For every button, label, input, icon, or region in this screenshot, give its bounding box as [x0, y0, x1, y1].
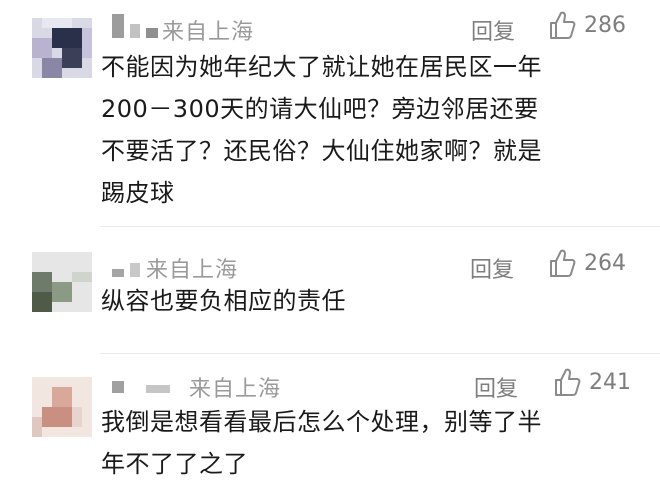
reply-button[interactable]: 回复: [471, 14, 515, 46]
like-count: 286: [584, 12, 626, 38]
avatar[interactable]: [32, 18, 92, 78]
comment-item: 来自上海 回复 264 纵容也要负相应的责任: [0, 230, 660, 350]
comment-divider: [100, 226, 660, 227]
username-mosaic[interactable]: [112, 14, 158, 38]
like-button[interactable]: 264: [548, 248, 626, 278]
comment-divider: [100, 353, 660, 354]
comment-item: 来自上海 回复 241 我倒是想看看最后怎么个处理，别等了半 年不了了之了: [0, 355, 660, 495]
avatar[interactable]: [32, 377, 92, 437]
like-count: 264: [584, 250, 626, 276]
comment-text: 我倒是想看看最后怎么个处理，别等了半 年不了了之了: [101, 401, 542, 485]
comment-text: 不能因为她年纪大了就让她在居民区一年 200－300天的请大仙吧？旁边邻居还要 …: [101, 46, 542, 214]
comment-line: 踢皮球: [101, 179, 175, 207]
avatar[interactable]: [32, 252, 92, 312]
username-mosaic[interactable]: [112, 381, 170, 393]
like-button[interactable]: 241: [553, 367, 631, 397]
thumbs-up-icon: [553, 367, 581, 397]
comment-line: 纵容也要负相应的责任: [101, 287, 346, 315]
comment-text: 纵容也要负相应的责任: [101, 280, 346, 322]
comment-location: 来自上海: [162, 20, 255, 45]
comment-line: 不能因为她年纪大了就让她在居民区一年: [101, 53, 542, 81]
comment-line: 年不了了之了: [101, 450, 248, 478]
thumbs-up-icon: [548, 248, 576, 278]
comment-line: 我倒是想看看最后怎么个处理，别等了半: [101, 408, 542, 436]
like-button[interactable]: 286: [548, 10, 626, 40]
username-mosaic[interactable]: [112, 263, 140, 277]
comment-line: 不要活了？还民俗？大仙住她家啊？就是: [101, 137, 542, 165]
comment-location: 来自上海: [189, 377, 282, 402]
reply-button[interactable]: 回复: [470, 252, 514, 284]
comment-line: 200－300天的请大仙吧？旁边邻居还要: [101, 95, 539, 123]
reply-button[interactable]: 回复: [474, 371, 518, 403]
thumbs-up-icon: [548, 10, 576, 40]
like-count: 241: [589, 369, 631, 395]
comment-item: 来自上海 回复 286 不能因为她年纪大了就让她在居民区一年 200－300天的…: [0, 0, 660, 225]
